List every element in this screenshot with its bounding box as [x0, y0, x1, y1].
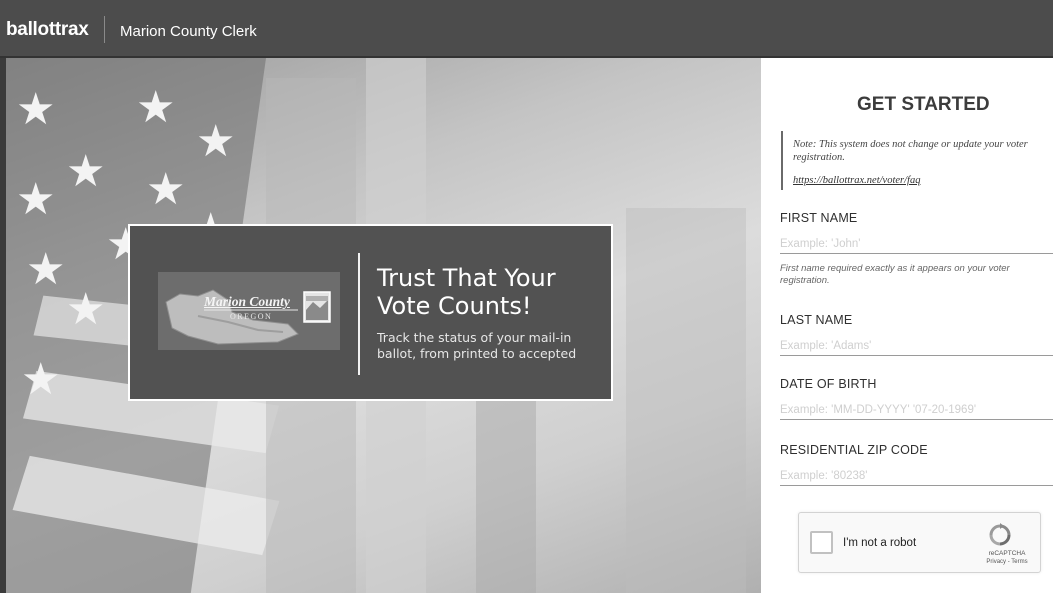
zip-label: RESIDENTIAL ZIP CODE	[780, 443, 928, 457]
top-header-bar: ballottrax Marion County Clerk	[0, 0, 1053, 58]
county-logo-name: Marion County	[204, 294, 290, 309]
zip-input[interactable]	[780, 466, 1053, 486]
first-name-input[interactable]	[780, 234, 1053, 254]
county-clerk-title: Marion County Clerk	[120, 23, 257, 40]
dob-label: DATE OF BIRTH	[780, 377, 877, 391]
hero-flag-background: ★ ★ ★ ★ ★ ★ ★ ★ ★ ★ ★ Marion County OREG…	[6, 58, 761, 593]
panel-title: GET STARTED	[857, 94, 990, 115]
recaptcha-label: I'm not a robot	[843, 537, 917, 549]
note-accent-bar	[781, 131, 783, 190]
hero-headline: Trust That Your Vote Counts!	[377, 264, 556, 320]
header-divider	[104, 16, 105, 43]
recaptcha-widget: I'm not a robot reCAPTCHA Privacy - Term…	[798, 512, 1041, 573]
county-logo-state: OREGON	[230, 312, 273, 321]
flag-star-icon: ★	[146, 165, 186, 214]
flag-star-icon: ★	[16, 85, 56, 134]
flag-star-icon: ★	[66, 285, 106, 334]
flag-star-icon: ★	[66, 147, 106, 196]
flag-star-icon: ★	[26, 245, 66, 294]
registration-note: Note: This system does not change or upd…	[793, 139, 1028, 163]
recaptcha-brand: reCAPTCHA	[988, 550, 1026, 557]
marion-county-logo: Marion County OREGON	[158, 272, 340, 350]
flag-star-icon: ★	[136, 83, 176, 132]
county-map-icon	[165, 289, 331, 345]
recaptcha-privacy-terms-link[interactable]: Privacy - Terms	[977, 559, 1037, 565]
get-started-panel: GET STARTED Note: This system does not c…	[761, 58, 1053, 593]
flag-star-icon: ★	[21, 355, 61, 404]
recaptcha-icon	[989, 523, 1011, 546]
ballottrax-logo[interactable]: ballottrax	[6, 19, 89, 41]
hero-subtext: Track the status of your mail-in ballot,…	[377, 330, 577, 361]
first-name-label: FIRST NAME	[780, 211, 858, 225]
promo-card: Marion County OREGON Trust That Your Vot…	[128, 224, 613, 401]
flag-star-icon: ★	[196, 117, 236, 166]
card-divider	[358, 253, 360, 375]
dob-input[interactable]	[780, 400, 1053, 420]
flag-star-icon: ★	[16, 175, 56, 224]
recaptcha-checkbox[interactable]	[810, 531, 833, 554]
last-name-label: LAST NAME	[780, 313, 853, 327]
first-name-help: First name required exactly as it appear…	[780, 263, 1010, 286]
last-name-input[interactable]	[780, 336, 1053, 356]
faq-link[interactable]: https://ballottrax.net/voter/faq	[793, 175, 920, 186]
